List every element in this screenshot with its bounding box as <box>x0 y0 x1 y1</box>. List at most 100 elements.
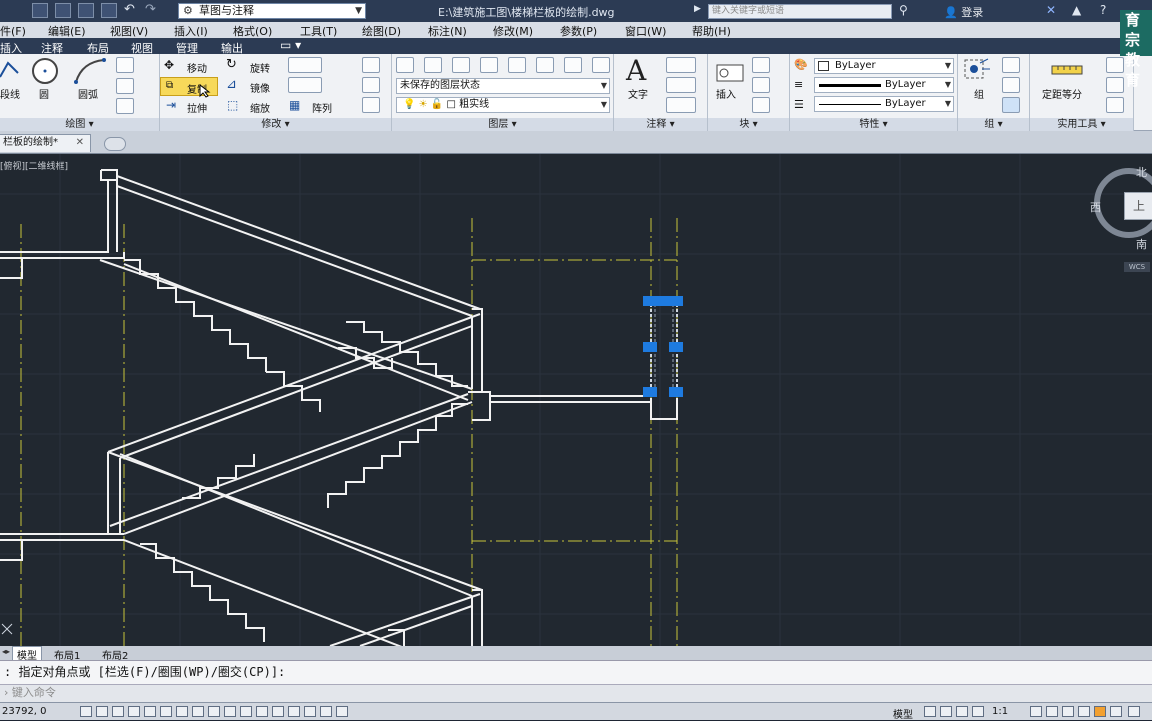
ungroup-icon[interactable] <box>1002 57 1020 73</box>
draw-panel-title[interactable]: 绘图 ▾ <box>0 118 159 131</box>
measure-icon[interactable] <box>1050 60 1086 80</box>
circle-icon[interactable] <box>28 57 62 85</box>
menu-tools[interactable]: 工具(T) <box>300 23 337 39</box>
text-icon[interactable]: A <box>626 54 646 87</box>
layer-state-select[interactable]: 未保存的图层状态 ▼ <box>396 78 610 94</box>
pan-icon[interactable] <box>956 706 968 717</box>
group-panel-title[interactable]: 组 ▾ <box>958 118 1029 131</box>
selection-cycling-icon[interactable] <box>288 706 300 717</box>
model-space-button[interactable]: 模型 <box>893 706 913 721</box>
current-layer-select[interactable]: 💡 ☀ 🔓 □ 粗实线 ▼ <box>396 97 610 113</box>
status-icon-16[interactable] <box>320 706 332 717</box>
create-block-icon[interactable] <box>752 57 770 73</box>
grid-icon[interactable] <box>112 706 124 717</box>
search-input[interactable]: 键入关键字或短语 <box>708 4 892 19</box>
print-icon[interactable] <box>101 3 117 18</box>
menu-view[interactable]: 视图(V) <box>110 23 148 39</box>
command-input[interactable]: › 键入命令 <box>0 684 1152 702</box>
quickcalc-icon[interactable] <box>1106 57 1124 73</box>
menu-insert[interactable]: 插入(I) <box>174 23 208 39</box>
coordinates-readout[interactable]: 23792, 0 <box>2 706 47 717</box>
insert-block-icon[interactable] <box>714 57 748 85</box>
fullscreen-icon[interactable] <box>1128 706 1140 717</box>
a360-icon[interactable]: ▲ <box>1072 3 1081 17</box>
edit-block-icon[interactable] <box>752 77 770 93</box>
layer-icon-2[interactable] <box>424 57 442 73</box>
new-tab-button[interactable] <box>104 137 126 151</box>
otrack-icon[interactable] <box>192 706 204 717</box>
lineweight-toggle-icon[interactable] <box>240 706 252 717</box>
table-icon[interactable] <box>666 97 696 113</box>
annotation-scale[interactable]: 1:1 <box>992 706 1008 717</box>
workspace-switch-icon[interactable] <box>1030 706 1042 717</box>
ducs-icon[interactable] <box>208 706 220 717</box>
3dosnap-icon[interactable] <box>176 706 188 717</box>
copy-button[interactable]: ⧉ 复制 <box>160 77 218 98</box>
dimension-icon[interactable] <box>666 57 696 73</box>
annotation-panel-title[interactable]: 注释 ▾ <box>614 118 707 131</box>
menu-format[interactable]: 格式(O) <box>233 23 272 39</box>
mirror-button[interactable]: 镜像 <box>250 80 270 95</box>
match-properties-icon[interactable]: 🎨 <box>794 58 808 71</box>
leader-icon[interactable] <box>666 77 696 93</box>
close-icon[interactable]: ✕ <box>76 135 84 151</box>
help-icon[interactable]: ? <box>1100 3 1106 17</box>
isolate-objects-icon[interactable] <box>1078 706 1090 717</box>
binoculars-icon[interactable]: ⚲ <box>899 3 908 17</box>
quick-view-layouts-icon[interactable] <box>924 706 936 717</box>
menu-draw[interactable]: 绘图(D) <box>362 23 401 39</box>
layer-properties-icon[interactable] <box>396 57 414 73</box>
save-icon[interactable] <box>78 3 94 18</box>
linetype-select[interactable]: ByLayer ▼ <box>814 77 954 93</box>
attribute-icon[interactable] <box>752 97 770 113</box>
viewcube-north[interactable]: 北 <box>1136 164 1147 180</box>
lock-ui-icon[interactable] <box>1046 706 1058 717</box>
undo-icon[interactable]: ↶ <box>124 2 135 17</box>
tab-nav-icons[interactable]: ◂▸ <box>2 647 10 656</box>
menu-help[interactable]: 帮助(H) <box>692 23 731 39</box>
menu-window[interactable]: 窗口(W) <box>625 23 666 39</box>
region-icon[interactable] <box>116 98 134 114</box>
lineweight-select[interactable]: ByLayer ▼ <box>814 96 954 112</box>
ribbon-toggle-icon[interactable]: ▭ ▾ <box>280 38 301 52</box>
layer-icon-5[interactable] <box>508 57 526 73</box>
snap-icon[interactable] <box>96 706 108 717</box>
menu-modify[interactable]: 修改(M) <box>493 23 533 39</box>
document-tab[interactable]: 栏板的绘制* ✕ <box>0 134 91 152</box>
menu-parametric[interactable]: 参数(P) <box>560 23 597 39</box>
move-button[interactable]: 移动 <box>187 60 207 75</box>
hatch-icon[interactable] <box>116 78 134 94</box>
explode-icon[interactable] <box>362 77 380 93</box>
redo-icon[interactable]: ↷ <box>145 2 156 17</box>
quick-properties-icon[interactable] <box>272 706 284 717</box>
utilities-panel-title[interactable]: 实用工具 ▾ <box>1030 118 1133 131</box>
area-icon[interactable] <box>1106 97 1124 113</box>
layer-icon-6[interactable] <box>536 57 554 73</box>
layer-icon-3[interactable] <box>452 57 470 73</box>
infer-constraints-icon[interactable] <box>80 706 92 717</box>
zoom-icon[interactable] <box>972 706 984 717</box>
dyn-icon[interactable] <box>224 706 236 717</box>
group-edit-icon[interactable] <box>1002 77 1020 93</box>
array-button[interactable]: 阵列 <box>312 100 332 115</box>
menu-edit[interactable]: 编辑(E) <box>48 23 86 39</box>
open-file-icon[interactable] <box>55 3 71 18</box>
viewcube-west[interactable]: 西 <box>1090 199 1101 215</box>
rotate-button[interactable]: 旋转 <box>250 60 270 75</box>
customize-icon[interactable] <box>1110 706 1122 717</box>
hardware-accel-icon[interactable] <box>1062 706 1074 717</box>
menu-file[interactable]: 件(F) <box>0 23 26 39</box>
status-icon-17[interactable] <box>336 706 348 717</box>
offset-icon[interactable] <box>362 97 380 113</box>
new-file-icon[interactable] <box>32 3 48 18</box>
layer-icon-8[interactable] <box>592 57 610 73</box>
viewcube-top-face[interactable]: 上 <box>1124 192 1152 220</box>
viewcube-south[interactable]: 南 <box>1136 236 1147 252</box>
quick-view-drawings-icon[interactable] <box>940 706 952 717</box>
color-select[interactable]: ByLayer ▼ <box>814 58 954 74</box>
workspace-select[interactable]: ⚙ 草图与注释 ▼ <box>178 3 366 19</box>
exchange-icon[interactable]: ✕ <box>1046 3 1056 17</box>
menu-dimension[interactable]: 标注(N) <box>428 23 467 39</box>
layer-panel-title[interactable]: 图层 ▾ <box>392 118 613 131</box>
arc-icon[interactable] <box>72 56 108 86</box>
